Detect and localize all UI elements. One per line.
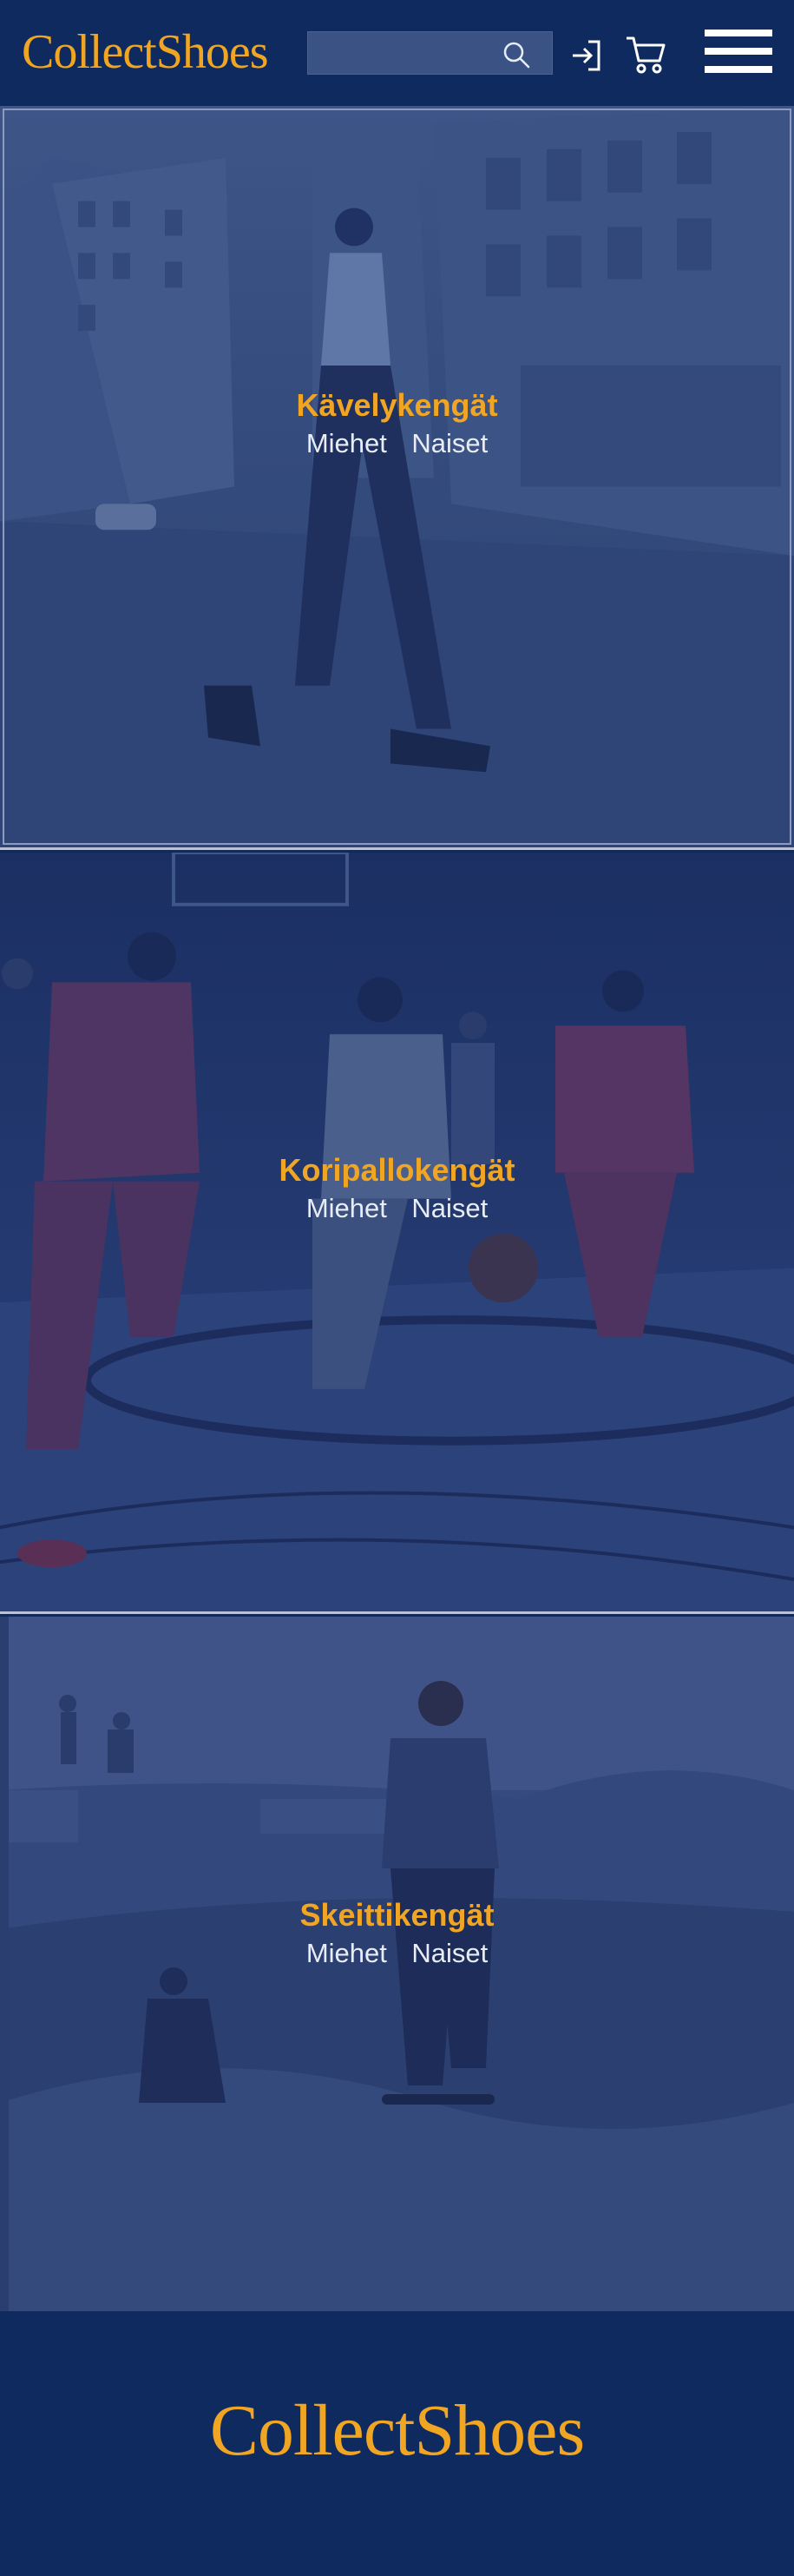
category-title[interactable]: Kävelykengät (0, 386, 794, 425)
site-logo[interactable]: CollectShoes (22, 19, 269, 85)
category-caption: Koripallokengät Miehet Naiset (0, 1151, 794, 1226)
site-footer: CollectShoes (0, 2311, 794, 2576)
cart-icon[interactable] (625, 35, 666, 75)
footer-logo[interactable]: CollectShoes (0, 2388, 794, 2474)
link-women[interactable]: Naiset (411, 426, 488, 461)
category-title[interactable]: Skeittikengät (0, 1896, 794, 1934)
hamburger-menu-icon[interactable] (705, 30, 772, 73)
search-icon[interactable] (502, 40, 531, 69)
category-caption: Kävelykengät Miehet Naiset (0, 386, 794, 461)
category-skate-shoes[interactable]: Skeittikengät Miehet Naiset (0, 1617, 794, 2311)
basketball-hero-image (0, 853, 794, 1611)
category-title[interactable]: Koripallokengät (0, 1151, 794, 1189)
category-caption: Skeittikengät Miehet Naiset (0, 1896, 794, 1971)
link-men[interactable]: Miehet (306, 426, 387, 461)
category-gender-links: Miehet Naiset (0, 1936, 794, 1971)
site-header: CollectShoes (0, 0, 794, 106)
category-basketball-shoes[interactable]: Koripallokengät Miehet Naiset (0, 853, 794, 1614)
login-icon[interactable] (569, 38, 604, 73)
category-gender-links: Miehet Naiset (0, 1191, 794, 1226)
category-gender-links: Miehet Naiset (0, 426, 794, 461)
link-men[interactable]: Miehet (306, 1936, 387, 1971)
walking-hero-image (0, 106, 794, 847)
category-walking-shoes[interactable]: Kävelykengät Miehet Naiset (0, 106, 794, 850)
search-input[interactable] (308, 32, 508, 74)
link-men[interactable]: Miehet (306, 1191, 387, 1226)
link-women[interactable]: Naiset (411, 1191, 488, 1226)
link-women[interactable]: Naiset (411, 1936, 488, 1971)
